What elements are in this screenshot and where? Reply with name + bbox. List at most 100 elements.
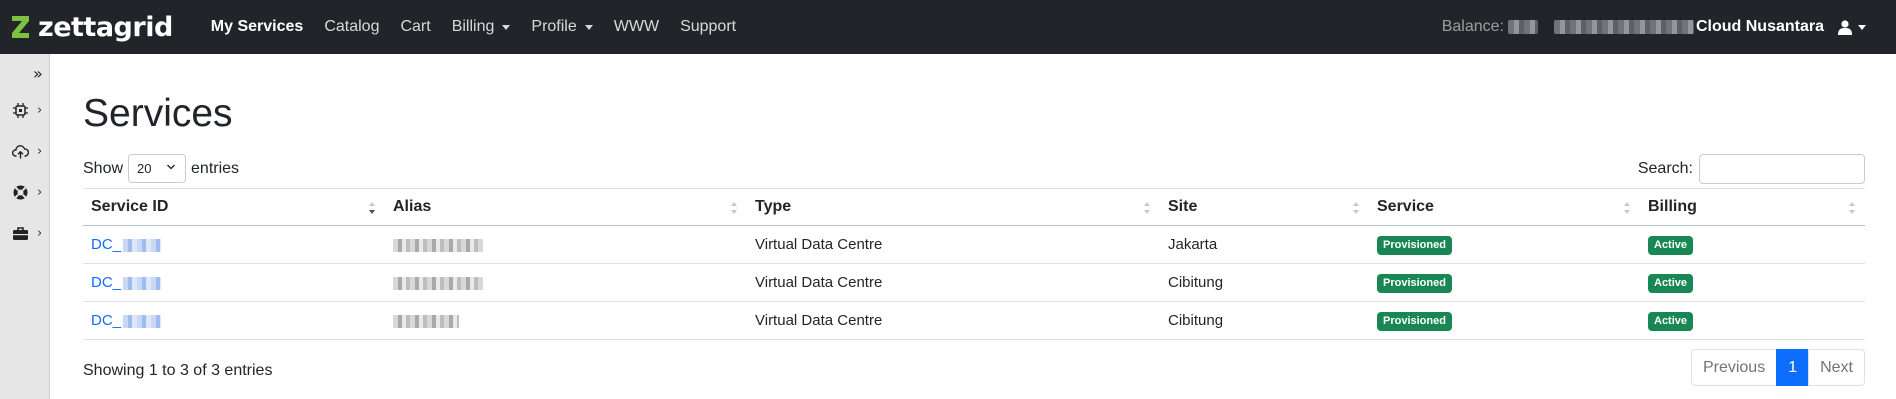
sort-icon	[731, 202, 737, 214]
sort-icon	[1624, 202, 1630, 214]
cell-type: Virtual Data Centre	[747, 301, 1160, 340]
cell-billing-status: Active	[1640, 301, 1865, 340]
table-row: DC_ Virtual Data Centre Jakarta Provisio…	[83, 225, 1865, 264]
cell-service-status: Provisioned	[1369, 263, 1640, 302]
nav-my-services[interactable]: My Services	[211, 18, 304, 36]
nav-cart-label: Cart	[400, 18, 431, 35]
status-badge: Provisioned	[1377, 311, 1452, 331]
account-area: Balance: Cloud Nusantara	[1442, 0, 1896, 54]
show-label: Show	[83, 159, 124, 177]
pagination-page-1[interactable]: 1	[1776, 349, 1810, 386]
service-id-text: DC_	[91, 236, 122, 253]
entries-length-control: Show 20 entries	[83, 154, 239, 183]
sort-icon	[1144, 202, 1150, 214]
lifebuoy-icon	[13, 185, 28, 200]
sort-icon	[1353, 202, 1359, 214]
table-row: DC_ Virtual Data Centre Cibitung Provisi…	[83, 301, 1865, 340]
service-id-text: DC_	[91, 312, 122, 329]
column-header-billing[interactable]: Billing	[1640, 188, 1865, 226]
chevron-right-icon: ›	[37, 185, 43, 200]
cloud-upload-icon	[12, 145, 29, 159]
sidebar: » › › › ›	[0, 54, 50, 399]
cell-alias	[385, 301, 747, 340]
search-label: Search:	[1637, 160, 1693, 177]
search-input[interactable]	[1699, 154, 1865, 184]
service-id-link[interactable]: DC_	[91, 312, 162, 329]
service-id-redacted	[123, 238, 162, 252]
alias-redacted	[393, 276, 483, 290]
cell-type: Virtual Data Centre	[747, 263, 1160, 302]
cell-type: Virtual Data Centre	[747, 225, 1160, 264]
column-header-alias[interactable]: Alias	[385, 188, 747, 226]
column-header-site[interactable]: Site	[1160, 188, 1369, 226]
table-header-row: Service ID Alias Type Site Service Billi…	[83, 188, 1865, 226]
chevron-right-icon: ›	[37, 226, 43, 241]
nav-www[interactable]: WWW	[614, 18, 659, 36]
chevron-down-icon	[167, 164, 176, 170]
user-menu-button[interactable]	[1838, 19, 1866, 35]
nav-cart[interactable]: Cart	[400, 18, 430, 36]
nav-www-label: WWW	[613, 18, 660, 35]
chevron-right-icon: ›	[37, 103, 43, 118]
cell-service-id: DC_	[83, 225, 385, 264]
status-badge: Provisioned	[1377, 273, 1452, 293]
nav-billing-label: Billing	[451, 18, 495, 35]
cell-site: Cibitung	[1160, 301, 1369, 340]
status-badge: Active	[1648, 311, 1694, 331]
nav-billing-dropdown[interactable]: Billing	[452, 18, 511, 36]
sidebar-item-support[interactable]: ›	[12, 184, 42, 201]
user-icon	[1838, 19, 1852, 35]
status-badge: Active	[1648, 235, 1694, 255]
cell-billing-status: Active	[1640, 263, 1865, 302]
service-id-link[interactable]: DC_	[91, 274, 162, 291]
service-id-redacted	[123, 314, 162, 328]
service-id-link[interactable]: DC_	[91, 236, 162, 253]
status-badge: Provisioned	[1377, 235, 1452, 255]
page-length-select[interactable]: 20	[128, 154, 187, 183]
nav-support[interactable]: Support	[680, 18, 736, 36]
column-header-type[interactable]: Type	[747, 188, 1160, 226]
sidebar-item-upload[interactable]: ›	[12, 143, 42, 160]
sidebar-item-business[interactable]: ›	[12, 225, 42, 242]
entries-label: entries	[191, 159, 240, 177]
nav-support-label: Support	[680, 18, 737, 35]
caret-down-icon	[502, 24, 511, 30]
brand-logo[interactable]: zettagrid	[10, 0, 173, 54]
cell-service-status: Provisioned	[1369, 301, 1640, 340]
sidebar-item-compute[interactable]: ›	[12, 102, 42, 119]
pagination-next[interactable]: Next	[1808, 349, 1865, 386]
sort-icon	[1849, 202, 1855, 214]
chip-icon	[13, 103, 28, 118]
sidebar-expand-toggle[interactable]: »	[33, 64, 43, 83]
nav-catalog[interactable]: Catalog	[324, 18, 379, 36]
account-name: Cloud Nusantara	[1695, 18, 1824, 35]
pagination: Previous 1 Next	[1690, 349, 1865, 386]
brand-name: zettagrid	[38, 11, 173, 43]
status-badge: Active	[1648, 273, 1694, 293]
cell-alias	[385, 225, 747, 264]
page-title: Services	[83, 92, 233, 135]
cell-site: Jakarta	[1160, 225, 1369, 264]
header-label: Site	[1168, 198, 1198, 215]
table-info: Showing 1 to 3 of 3 entries	[83, 362, 273, 379]
cell-site: Cibitung	[1160, 263, 1369, 302]
search-control: Search:	[1638, 154, 1865, 184]
column-header-service[interactable]: Service	[1369, 188, 1640, 226]
header-label: Type	[755, 198, 792, 215]
cell-alias	[385, 263, 747, 302]
top-navbar: zettagrid My Services Catalog Cart Billi…	[0, 0, 1896, 54]
alias-redacted	[393, 238, 483, 252]
cell-service-id: DC_	[83, 301, 385, 340]
sort-desc-icon	[369, 202, 375, 214]
header-label: Alias	[393, 198, 432, 215]
cell-service-id: DC_	[83, 263, 385, 302]
service-id-redacted	[123, 276, 162, 290]
briefcase-icon	[13, 227, 28, 240]
balance-label: Balance:	[1441, 18, 1504, 35]
nav-profile-label: Profile	[531, 18, 577, 35]
zettagrid-logo-icon	[12, 16, 29, 38]
pagination-previous[interactable]: Previous	[1690, 349, 1778, 386]
nav-profile-dropdown[interactable]: Profile	[531, 18, 593, 36]
cell-service-status: Provisioned	[1369, 225, 1640, 264]
column-header-service-id[interactable]: Service ID	[83, 188, 385, 226]
